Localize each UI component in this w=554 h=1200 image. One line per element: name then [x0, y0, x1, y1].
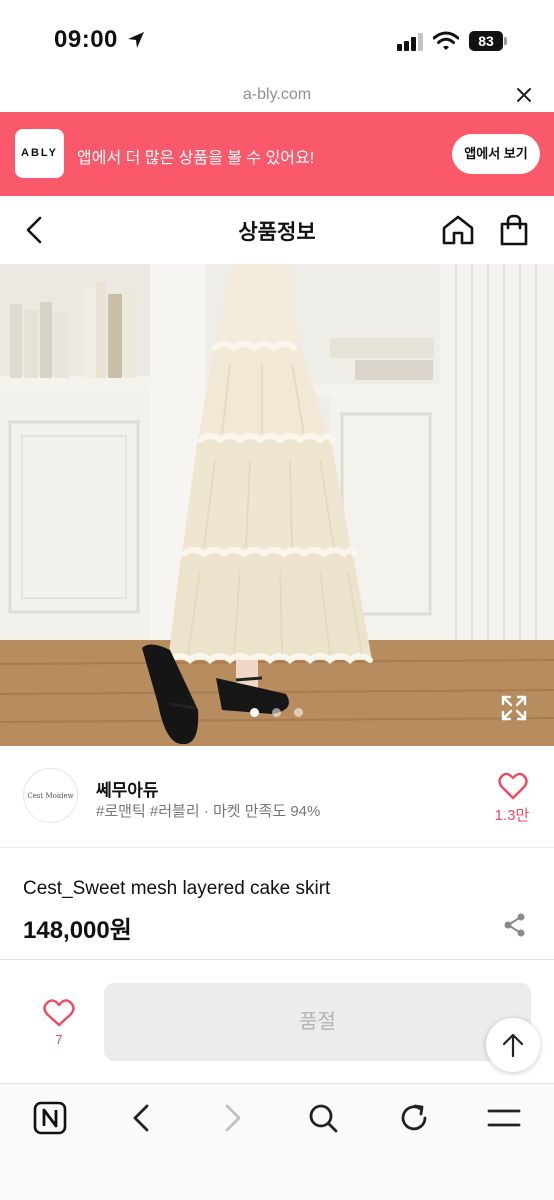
share-icon[interactable]: [503, 912, 527, 938]
image-pagination: [250, 708, 306, 720]
pagination-dot[interactable]: [272, 708, 281, 717]
app-install-banner: ABLY 앱에서 더 많은 상품을 볼 수 있어요! 앱에서 보기: [0, 112, 554, 196]
url-text[interactable]: a-bly.com: [0, 86, 554, 104]
product-name: Cest_Sweet mesh layered cake skirt: [23, 878, 331, 899]
scroll-to-top-button[interactable]: [486, 1018, 540, 1072]
heart-icon[interactable]: [43, 998, 75, 1028]
expand-icon[interactable]: [500, 694, 528, 722]
refresh-icon[interactable]: [396, 1100, 432, 1136]
wish-count: 7: [55, 1032, 63, 1047]
heart-icon[interactable]: [498, 772, 528, 800]
pagination-dot[interactable]: [250, 708, 259, 717]
pagination-dot[interactable]: [294, 708, 303, 717]
naver-n-icon[interactable]: [32, 1100, 68, 1136]
battery-tip: [504, 37, 507, 45]
seller-logo[interactable]: Cest Moidew: [23, 768, 78, 823]
banner-message: 앱에서 더 많은 상품을 볼 수 있어요!: [77, 150, 315, 167]
seller-tags: #로맨틱 #러블리 · 마켓 만족도 94%: [96, 803, 321, 820]
seller-info[interactable]: Cest Moidew 쎄무아듀 #로맨틱 #러블리 · 마켓 만족도 94% …: [0, 746, 554, 848]
browser-url-bar[interactable]: a-bly.com: [0, 78, 554, 112]
battery-indicator: 83: [469, 31, 503, 51]
product-info: Cest_Sweet mesh layered cake skirt 148,0…: [0, 848, 554, 960]
browser-back-icon[interactable]: [124, 1100, 160, 1136]
browser-toolbar: [0, 1084, 554, 1200]
ably-logo: ABLY: [15, 129, 64, 178]
shopping-bag-icon[interactable]: [498, 213, 530, 247]
open-in-app-button[interactable]: 앱에서 보기: [452, 134, 540, 174]
purchase-bar: 7 품절: [0, 960, 554, 1084]
home-icon[interactable]: [441, 214, 475, 246]
status-bar: 09:00 83: [0, 0, 554, 78]
close-icon[interactable]: [515, 86, 533, 104]
arrow-up-icon: [502, 1033, 524, 1058]
search-icon[interactable]: [305, 1100, 341, 1136]
sold-out-button[interactable]: 품절: [104, 983, 531, 1061]
seller-name[interactable]: 쎄무아듀: [96, 776, 159, 801]
browser-forward-icon[interactable]: [214, 1100, 250, 1136]
product-photo: [0, 264, 554, 746]
seller-like-count: 1.3만: [494, 807, 530, 824]
wifi-icon: [433, 31, 459, 50]
product-price: 148,000원: [23, 917, 132, 944]
product-image[interactable]: [0, 264, 554, 746]
status-time: 09:00: [54, 26, 118, 53]
location-arrow-icon: [128, 32, 144, 48]
page-header: 상품정보: [0, 196, 554, 264]
cellular-signal-icon: [397, 33, 423, 51]
menu-icon[interactable]: [486, 1100, 522, 1136]
